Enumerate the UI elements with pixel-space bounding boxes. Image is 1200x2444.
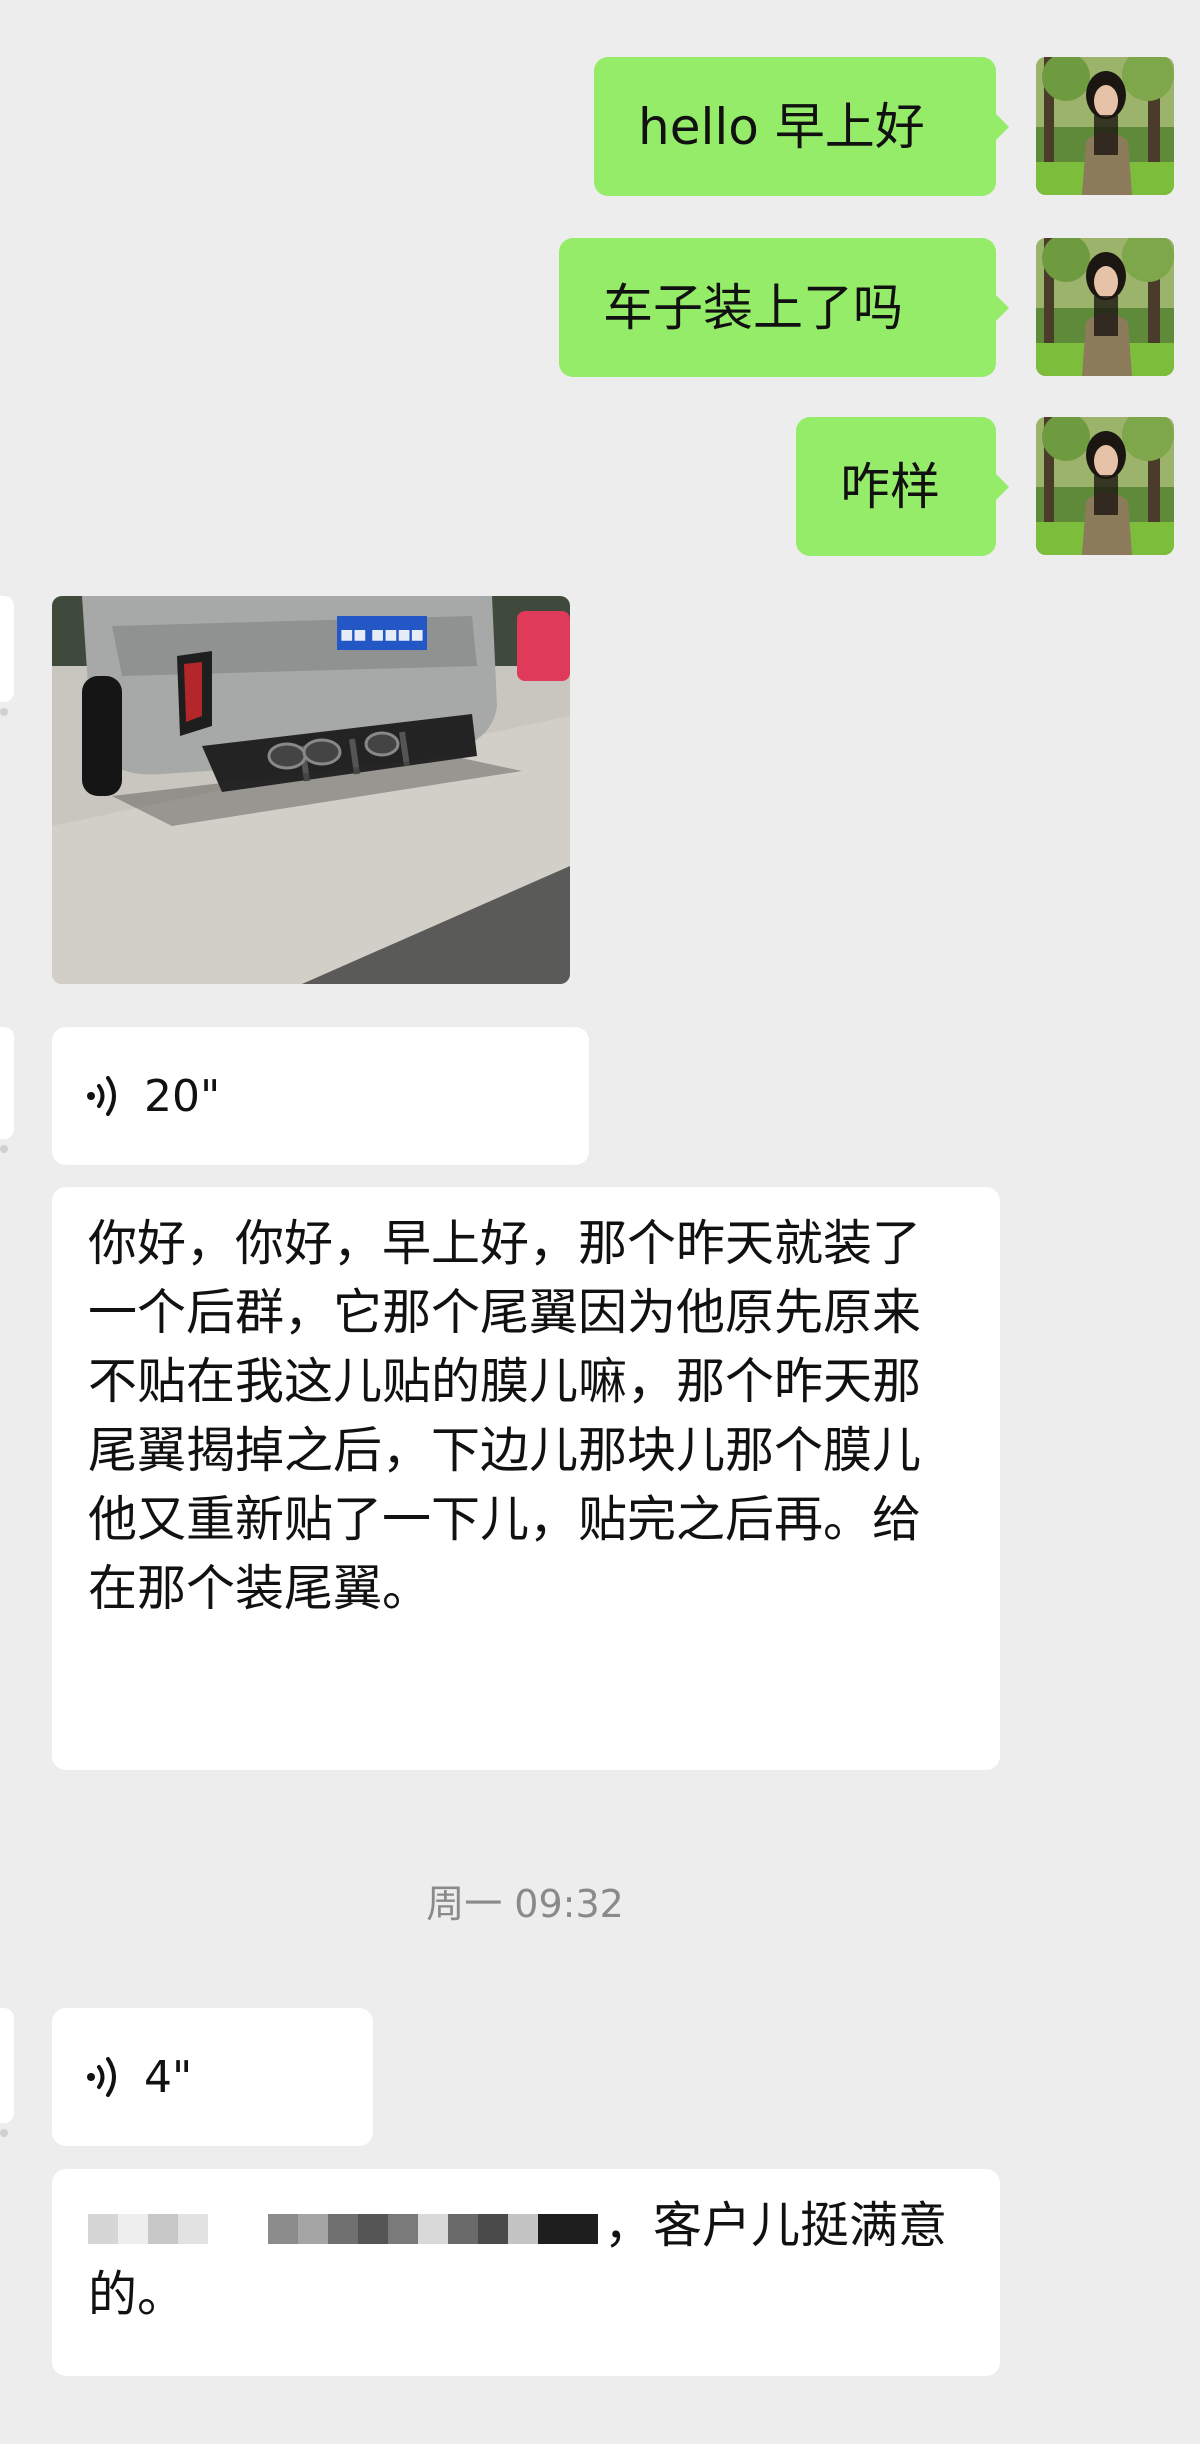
message-timestamp: 周一 09:32: [426, 1882, 624, 1926]
photo-message[interactable]: ■■ ■■■■: [52, 596, 570, 984]
outgoing-message[interactable]: 车子装上了吗: [559, 238, 1009, 377]
outgoing-message[interactable]: hello 早上好: [594, 57, 1009, 196]
voice-message[interactable]: 4": [52, 2008, 373, 2146]
avatar[interactable]: [1036, 417, 1174, 555]
voice-wave-icon: [87, 2057, 116, 2097]
voice-transcript[interactable]: ，客户儿挺满意的。: [52, 2169, 1000, 2376]
pixelated-redaction: [88, 2213, 598, 2244]
voice-duration: 20": [144, 1070, 221, 1122]
voice-wave-icon: [87, 1076, 116, 1116]
message-text: 车子装上了吗: [603, 278, 903, 337]
avatar[interactable]: [1036, 57, 1174, 195]
outgoing-message[interactable]: 咋样: [796, 417, 1009, 556]
voice-message[interactable]: 20": [52, 1027, 589, 1165]
left-edge-bubble-stub: [0, 596, 14, 716]
left-edge-bubble-stub: [0, 1027, 14, 1153]
left-edge-bubble-stub: [0, 2008, 14, 2137]
voice-duration: 4": [144, 2051, 193, 2103]
transcript-text: 你好，你好，早上好，那个昨天就装了一个后群，它那个尾翼因为他原先原来不贴在我这儿…: [88, 1215, 922, 1617]
voice-transcript[interactable]: 你好，你好，早上好，那个昨天就装了一个后群，它那个尾翼因为他原先原来不贴在我这儿…: [52, 1187, 1000, 1770]
message-text: hello 早上好: [638, 97, 925, 156]
svg-text:■■ ■■■■: ■■ ■■■■: [340, 627, 424, 643]
message-text: 咋样: [840, 457, 940, 516]
avatar[interactable]: [1036, 238, 1174, 376]
